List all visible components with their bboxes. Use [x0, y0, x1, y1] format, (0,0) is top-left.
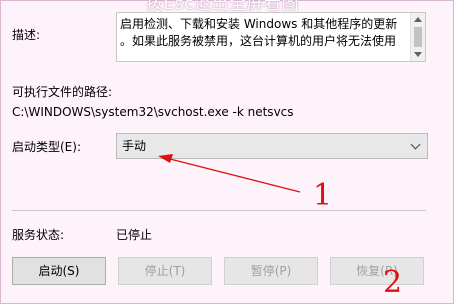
annotation-arrow-line: [169, 158, 301, 193]
annotation-number-1: 1: [313, 178, 333, 213]
annotation-arrow-head: [158, 154, 173, 163]
annotation-number-2: 2: [383, 265, 403, 300]
annotation-arrow-svg: [158, 154, 301, 193]
